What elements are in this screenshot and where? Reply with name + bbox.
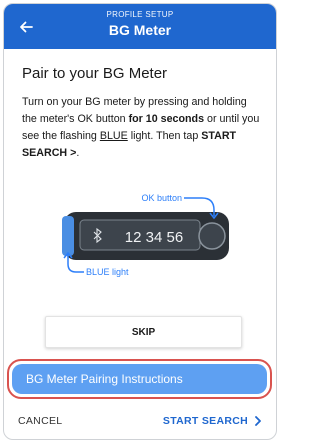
skip-button[interactable]: SKIP: [45, 316, 242, 348]
blue-light-indicator: [62, 216, 74, 256]
app-window: PROFILE SETUP BG Meter Pair to your BG M…: [3, 3, 277, 440]
ok-button-label: OK button: [141, 193, 182, 203]
header-bar: PROFILE SETUP BG Meter: [4, 4, 276, 49]
start-search-button[interactable]: START SEARCH: [163, 415, 262, 427]
content-area: Pair to your BG Meter Turn on your BG me…: [4, 49, 276, 439]
meter-ok-button: [198, 222, 226, 250]
pairing-instructions-highlight: BG Meter Pairing Instructions: [7, 359, 272, 399]
page-title: BG Meter: [108, 22, 172, 38]
desc-underline-blue: BLUE: [99, 130, 128, 142]
blue-light-label: BLUE light: [86, 267, 129, 277]
footer-bar: CANCEL START SEARCH: [4, 401, 276, 439]
desc-text-3: light. Then tap: [127, 130, 202, 142]
start-search-label: START SEARCH: [162, 415, 248, 427]
pairing-description: Turn on your BG meter by pressing and ho…: [22, 94, 262, 162]
desc-text-4: .: [76, 147, 80, 159]
pairing-instructions-button[interactable]: BG Meter Pairing Instructions: [12, 364, 267, 394]
bg-meter-illustration: 12 34 56 OK button BLUE light: [62, 193, 229, 277]
desc-bold-duration: for 10 seconds: [128, 113, 205, 125]
header-supertitle: PROFILE SETUP: [106, 10, 174, 19]
meter-display-text: 12 34 56: [125, 229, 183, 246]
chevron-right-icon: [255, 416, 261, 426]
section-heading: Pair to your BG Meter: [22, 65, 168, 82]
cancel-button[interactable]: CANCEL: [18, 415, 62, 427]
